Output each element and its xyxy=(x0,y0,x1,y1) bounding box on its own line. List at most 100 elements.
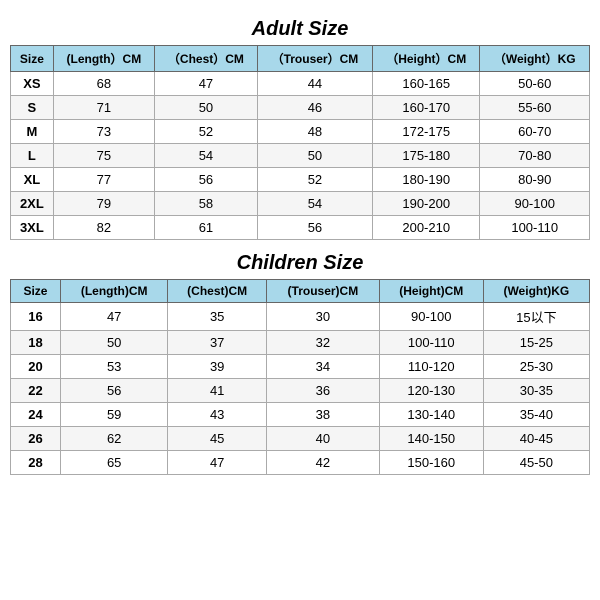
table-cell: 40-45 xyxy=(483,427,589,451)
adult-col-header: Size xyxy=(11,46,54,72)
table-cell: 56 xyxy=(60,379,167,403)
table-cell: 28 xyxy=(11,451,61,475)
table-cell: 50 xyxy=(155,96,258,120)
table-cell: 70-80 xyxy=(480,144,590,168)
table-cell: 100-110 xyxy=(480,216,590,240)
table-cell: 110-120 xyxy=(379,355,483,379)
table-cell: 54 xyxy=(257,192,372,216)
table-cell: 32 xyxy=(266,331,379,355)
table-cell: 160-165 xyxy=(373,72,480,96)
table-cell: 68 xyxy=(53,72,154,96)
table-cell: 43 xyxy=(168,403,267,427)
table-cell: 62 xyxy=(60,427,167,451)
table-cell: 54 xyxy=(155,144,258,168)
table-cell: 59 xyxy=(60,403,167,427)
table-cell: 45 xyxy=(168,427,267,451)
table-row: 2XL795854190-20090-100 xyxy=(11,192,590,216)
table-cell: 58 xyxy=(155,192,258,216)
adult-col-header: （Chest）CM xyxy=(155,46,258,72)
table-cell: 61 xyxy=(155,216,258,240)
table-cell: 30-35 xyxy=(483,379,589,403)
table-cell: 41 xyxy=(168,379,267,403)
table-cell: 160-170 xyxy=(373,96,480,120)
table-cell: 47 xyxy=(155,72,258,96)
table-row: 22564136120-13030-35 xyxy=(11,379,590,403)
children-col-header: Size xyxy=(11,280,61,303)
table-cell: 35 xyxy=(168,303,267,331)
table-cell: 55-60 xyxy=(480,96,590,120)
table-cell: 190-200 xyxy=(373,192,480,216)
table-cell: 50-60 xyxy=(480,72,590,96)
table-cell: XL xyxy=(11,168,54,192)
table-cell: 34 xyxy=(266,355,379,379)
adult-col-header: (Length）CM xyxy=(53,46,154,72)
table-cell: 56 xyxy=(155,168,258,192)
children-col-header: (Weight)KG xyxy=(483,280,589,303)
table-cell: 42 xyxy=(266,451,379,475)
table-cell: 53 xyxy=(60,355,167,379)
table-cell: 52 xyxy=(155,120,258,144)
children-size-title: Children Size xyxy=(237,252,364,275)
adult-size-title: Adult Size xyxy=(252,18,349,41)
table-cell: 39 xyxy=(168,355,267,379)
table-cell: 77 xyxy=(53,168,154,192)
table-cell: 37 xyxy=(168,331,267,355)
adult-size-table: Size(Length）CM（Chest）CM（Trouser）CM（Heigh… xyxy=(10,45,590,240)
table-cell: 35-40 xyxy=(483,403,589,427)
table-cell: 80-90 xyxy=(480,168,590,192)
table-cell: 200-210 xyxy=(373,216,480,240)
table-cell: 75 xyxy=(53,144,154,168)
table-cell: 140-150 xyxy=(379,427,483,451)
table-cell: 50 xyxy=(257,144,372,168)
table-cell: 50 xyxy=(60,331,167,355)
table-cell: 3XL xyxy=(11,216,54,240)
table-cell: 172-175 xyxy=(373,120,480,144)
table-row: XS684744160-16550-60 xyxy=(11,72,590,96)
table-cell: 48 xyxy=(257,120,372,144)
table-cell: S xyxy=(11,96,54,120)
table-cell: M xyxy=(11,120,54,144)
table-row: L755450175-18070-80 xyxy=(11,144,590,168)
children-size-table: Size(Length)CM(Chest)CM(Trouser)CM(Heigh… xyxy=(10,279,590,475)
table-row: 28654742150-16045-50 xyxy=(11,451,590,475)
table-cell: 38 xyxy=(266,403,379,427)
table-cell: 175-180 xyxy=(373,144,480,168)
table-cell: 24 xyxy=(11,403,61,427)
table-cell: 20 xyxy=(11,355,61,379)
table-cell: 44 xyxy=(257,72,372,96)
table-cell: 25-30 xyxy=(483,355,589,379)
table-cell: 15-25 xyxy=(483,331,589,355)
children-col-header: (Height)CM xyxy=(379,280,483,303)
table-cell: 15以下 xyxy=(483,303,589,331)
table-cell: 46 xyxy=(257,96,372,120)
table-cell: 16 xyxy=(11,303,61,331)
table-cell: 2XL xyxy=(11,192,54,216)
children-col-header: (Chest)CM xyxy=(168,280,267,303)
table-cell: 30 xyxy=(266,303,379,331)
table-cell: 82 xyxy=(53,216,154,240)
table-cell: 60-70 xyxy=(480,120,590,144)
table-row: 26624540140-15040-45 xyxy=(11,427,590,451)
table-row: M735248172-17560-70 xyxy=(11,120,590,144)
table-cell: 180-190 xyxy=(373,168,480,192)
table-cell: 22 xyxy=(11,379,61,403)
adult-col-header: （Height）CM xyxy=(373,46,480,72)
table-cell: 65 xyxy=(60,451,167,475)
table-cell: 90-100 xyxy=(480,192,590,216)
table-cell: 47 xyxy=(60,303,167,331)
table-cell: 71 xyxy=(53,96,154,120)
table-cell: 130-140 xyxy=(379,403,483,427)
table-cell: L xyxy=(11,144,54,168)
table-cell: XS xyxy=(11,72,54,96)
table-cell: 36 xyxy=(266,379,379,403)
adult-col-header: （Weight）KG xyxy=(480,46,590,72)
table-row: 18503732100-11015-25 xyxy=(11,331,590,355)
table-cell: 47 xyxy=(168,451,267,475)
adult-col-header: （Trouser）CM xyxy=(257,46,372,72)
table-cell: 79 xyxy=(53,192,154,216)
table-row: 3XL826156200-210100-110 xyxy=(11,216,590,240)
table-cell: 26 xyxy=(11,427,61,451)
table-row: 1647353090-10015以下 xyxy=(11,303,590,331)
table-cell: 40 xyxy=(266,427,379,451)
table-cell: 150-160 xyxy=(379,451,483,475)
